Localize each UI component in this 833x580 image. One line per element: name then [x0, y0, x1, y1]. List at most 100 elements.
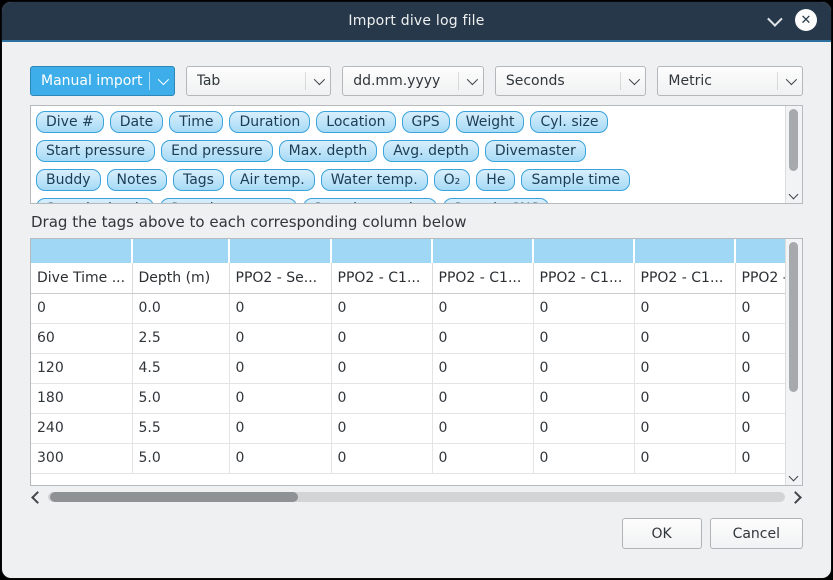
tag-pill[interactable]: GPS	[402, 111, 450, 133]
tag-pill[interactable]: Sample setpoint	[303, 198, 437, 204]
scroll-right-icon[interactable]	[789, 491, 802, 504]
dropdown[interactable]: Seconds	[495, 66, 647, 96]
tag-pill[interactable]: He	[476, 169, 515, 191]
dropdown-separator	[149, 72, 150, 90]
header-row: Dive Time ...Depth (m)PPO2 - Se...PPO2 -…	[31, 263, 785, 293]
close-button[interactable]: ✕	[795, 9, 817, 31]
column-drop-zone[interactable]	[229, 239, 331, 263]
column-drop-zone[interactable]	[331, 239, 432, 263]
table-cell: 240	[31, 413, 132, 443]
toolbar: Manual import Tab dd.mm.yyyy Seconds Metric	[30, 66, 803, 96]
tag-pill[interactable]: Duration	[229, 111, 310, 133]
table-cell: 0	[634, 383, 735, 413]
table-cell: 0	[735, 293, 785, 323]
preview-table: Dive Time ...Depth (m)PPO2 - Se...PPO2 -…	[31, 239, 785, 474]
table-row: 1204.5000000	[31, 353, 785, 383]
table-cell: 0	[331, 413, 432, 443]
tag-pill[interactable]: Water temp.	[321, 169, 428, 191]
hscroll-track[interactable]	[48, 492, 785, 502]
column-drop-zone[interactable]	[31, 239, 132, 263]
tag-rows: Dive # Date Time Duration Location GPS WeightC…	[31, 106, 785, 203]
table-cell: 0	[432, 323, 533, 353]
table-cell: 0	[735, 383, 785, 413]
table-cell: 0	[634, 443, 735, 473]
dropdown[interactable]: dd.mm.yyyy	[342, 66, 484, 96]
tag-pill[interactable]: Start pressure	[36, 140, 155, 162]
tag-row: Buddy Notes Tags Air temp. Water temp. O₂He Sa…	[33, 165, 783, 194]
dropdown-separator	[777, 72, 778, 90]
tag-pill[interactable]: Sample CNS	[443, 198, 549, 204]
table-cell: 0	[229, 413, 331, 443]
tag-pill[interactable]: Location	[316, 111, 395, 133]
table-cell: 0.0	[132, 293, 229, 323]
table-clip: Dive Time ...Depth (m)PPO2 - Se...PPO2 -…	[31, 239, 785, 485]
table-cell: 0	[432, 383, 533, 413]
dropdown[interactable]: Tab	[186, 66, 332, 96]
hscroll-thumb[interactable]	[50, 492, 298, 502]
table-scrollbar-thumb[interactable]	[789, 242, 798, 392]
column-drop-zone[interactable]	[432, 239, 533, 263]
table-cell: 0	[735, 323, 785, 353]
tag-pill[interactable]: Date	[110, 111, 163, 133]
table-cell: 120	[31, 353, 132, 383]
table-cell: 180	[31, 383, 132, 413]
table-cell: 0	[634, 413, 735, 443]
dropdown-separator	[305, 72, 306, 90]
tags-vertical-scrollbar[interactable]	[785, 106, 802, 203]
table-cell: 0	[432, 293, 533, 323]
tag-pill[interactable]: Sample depth	[36, 198, 154, 204]
tag-row: Dive # Date Time Duration Location GPS WeightC…	[33, 107, 783, 136]
column-header: PPO2 - C1...	[533, 263, 634, 293]
dropdown-value: dd.mm.yyyy	[353, 73, 454, 89]
tag-pill[interactable]: Weight	[456, 111, 525, 133]
tag-pill[interactable]: Air temp.	[230, 169, 315, 191]
tag-pill[interactable]: Notes	[107, 169, 167, 191]
dropdown[interactable]: Manual import	[30, 66, 175, 96]
dialog-content: Manual importTabdd.mm.yyyySecondsMetric …	[2, 42, 831, 578]
table-horizontal-scrollbar[interactable]	[30, 489, 803, 505]
table-cell: 0	[229, 293, 331, 323]
tag-pill[interactable]: Max. depth	[279, 140, 378, 162]
column-drop-zone[interactable]	[132, 239, 229, 263]
table-cell: 0	[229, 353, 331, 383]
table-cell: 0	[432, 443, 533, 473]
column-drop-zone[interactable]	[634, 239, 735, 263]
table-cell: 0	[634, 353, 735, 383]
tag-pill[interactable]: Dive #	[36, 111, 104, 133]
table-cell: 0	[735, 353, 785, 383]
column-drop-zone[interactable]	[533, 239, 634, 263]
table-vertical-scrollbar[interactable]	[785, 239, 802, 485]
table-cell: 0	[735, 443, 785, 473]
ok-button[interactable]: OK	[622, 518, 702, 549]
table-cell: 0	[331, 323, 432, 353]
tag-pill[interactable]: Buddy	[36, 169, 101, 191]
tag-pill[interactable]: Time	[169, 111, 223, 133]
table-cell: 2.5	[132, 323, 229, 353]
tag-pill[interactable]: Avg. depth	[383, 140, 479, 162]
table-cell: 0	[331, 353, 432, 383]
scroll-left-icon[interactable]	[31, 491, 44, 504]
import-dialog: Import dive log file ✕ Manual importTabd…	[1, 1, 832, 579]
tag-pill[interactable]: Sample pressure	[160, 198, 297, 204]
cancel-button[interactable]: Cancel	[710, 518, 803, 549]
tag-pill[interactable]: Divemaster	[485, 140, 586, 162]
table-cell: 60	[31, 323, 132, 353]
column-drop-zone[interactable]	[735, 239, 785, 263]
tag-pill[interactable]: Sample time	[521, 169, 630, 191]
table-row: 00.0000000	[31, 293, 785, 323]
chevron-down-icon	[467, 74, 478, 85]
tags-scroll-down-icon[interactable]	[789, 190, 799, 200]
titlebar-chevron-down-icon[interactable]	[767, 11, 783, 27]
dropdown[interactable]: Metric	[657, 66, 803, 96]
instruction-text: Drag the tags above to each correspondin…	[31, 213, 803, 231]
table-row: 602.5000000	[31, 323, 785, 353]
table-cell: 0	[735, 413, 785, 443]
tag-pill[interactable]: O₂	[434, 169, 471, 191]
table-scroll-down-icon[interactable]	[789, 472, 799, 482]
tag-pill[interactable]: Tags	[173, 169, 224, 191]
table-cell: 5.0	[132, 443, 229, 473]
tags-scrollbar-thumb[interactable]	[789, 109, 798, 171]
tag-pill[interactable]: Cyl. size	[530, 111, 608, 133]
table-row: 1805.0000000	[31, 383, 785, 413]
tag-pill[interactable]: End pressure	[161, 140, 273, 162]
